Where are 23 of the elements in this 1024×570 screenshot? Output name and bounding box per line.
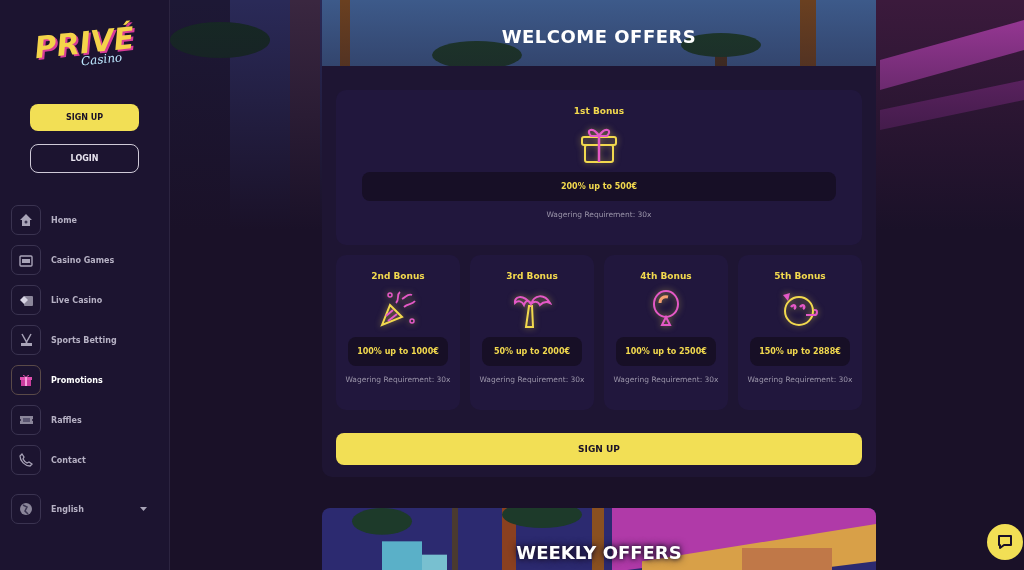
sign-up-button[interactable]: SIGN UP	[30, 104, 139, 131]
nav-item[interactable]: Promotions	[0, 365, 169, 395]
bonus-offer: 150% up to 2888€	[750, 337, 850, 366]
nav-item[interactable]: Raffles	[0, 405, 169, 435]
bonus-title: 3rd Bonus	[506, 271, 558, 281]
nav-item[interactable]: Sports Betting	[0, 325, 169, 355]
bonus-title: 1st Bonus	[573, 106, 625, 116]
language-selector[interactable]: English	[0, 494, 169, 524]
bonus-title: 4th Bonus	[640, 271, 692, 281]
bonus-offer: 200% up to 500€	[362, 172, 836, 201]
bonus-title: 5th Bonus	[774, 271, 826, 281]
nav-item[interactable]: Casino Games	[0, 245, 169, 275]
logo[interactable]: PRIVÉ Casino	[32, 22, 137, 74]
bonus-offer: 50% up to 2000€	[482, 337, 582, 366]
bonus-offer: 100% up to 1000€	[348, 337, 448, 366]
bonus-title: 2nd Bonus	[371, 271, 425, 281]
sign-up-button[interactable]: SIGN UP	[336, 433, 862, 465]
nav-item[interactable]: Live Casino	[0, 285, 169, 315]
nav-item[interactable]: Contact	[0, 445, 169, 475]
login-button[interactable]: LOGIN	[30, 144, 139, 173]
nav-item[interactable]: Home	[0, 205, 169, 235]
section-title: WELCOME OFFERS	[500, 26, 698, 49]
bonus-offer: 100% up to 2500€	[616, 337, 716, 366]
